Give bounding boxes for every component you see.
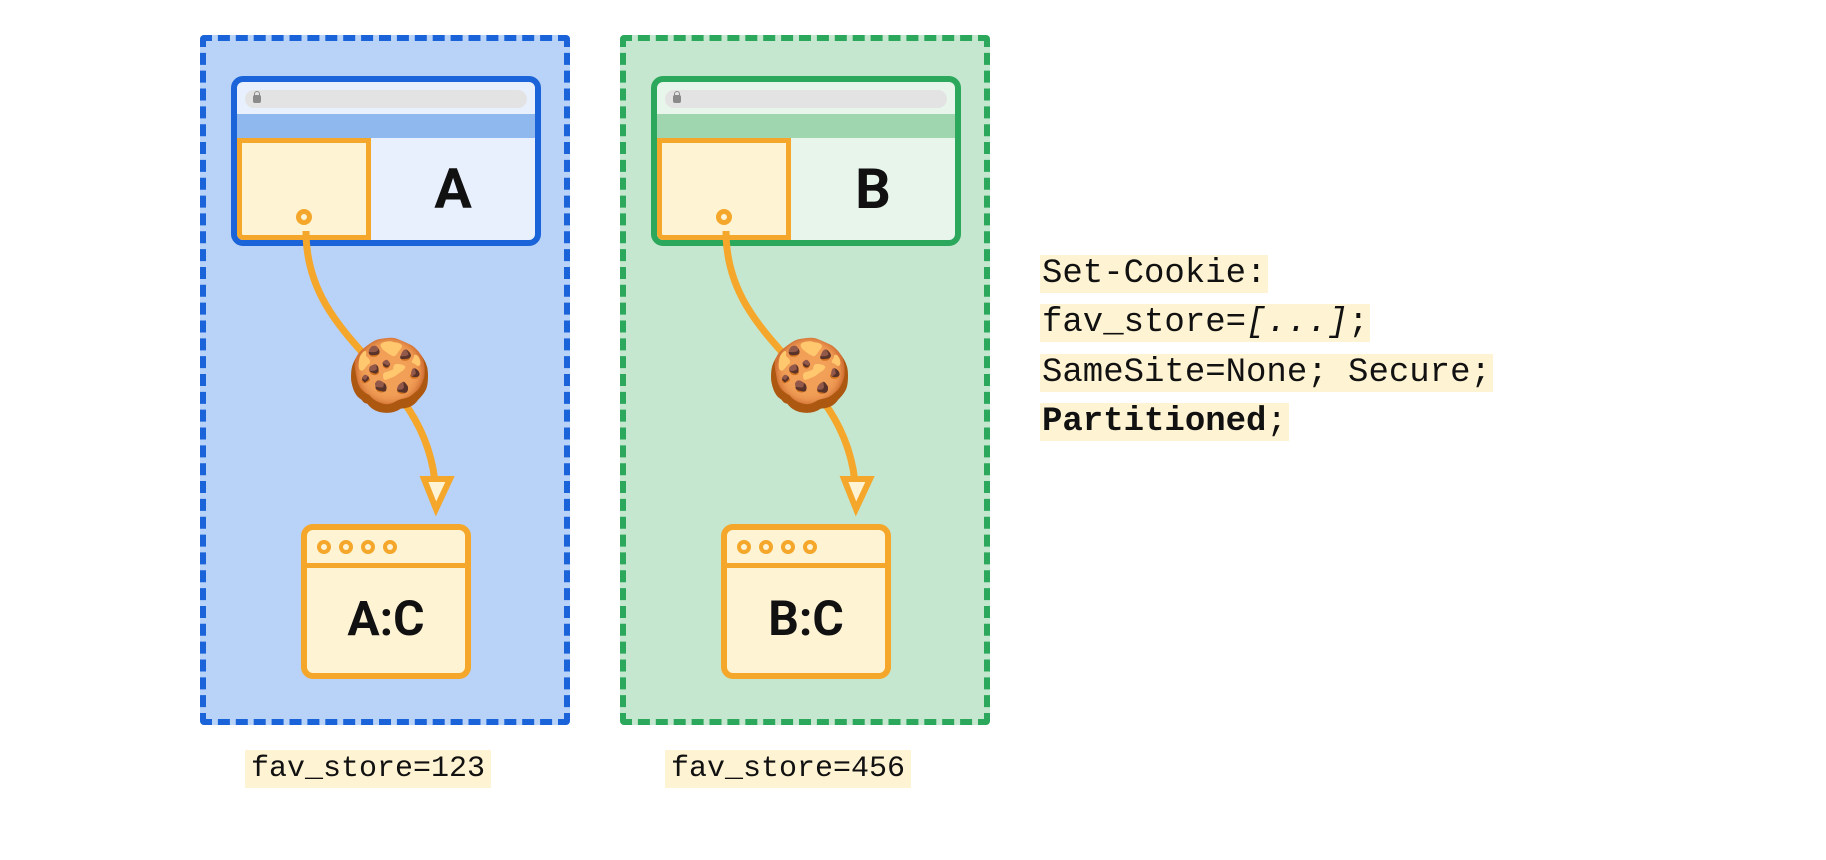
target-label-b: B:C [727, 568, 885, 668]
target-titlebar [307, 530, 465, 568]
window-dot-icon [317, 540, 331, 554]
site-label-b: B [791, 138, 955, 240]
browser-content: B [657, 138, 955, 240]
browser-content: A [237, 138, 535, 240]
address-bar [665, 90, 947, 108]
window-dot-icon [759, 540, 773, 554]
nav-strip [657, 114, 955, 138]
code-line-3: SameSite=None; Secure; [1040, 354, 1493, 392]
iframe-embed [237, 138, 371, 240]
code-line-4: Partitioned; [1040, 403, 1289, 441]
diagram-canvas: A 🍪 A:C [20, 20, 1826, 840]
target-titlebar [727, 530, 885, 568]
partition-target-a: A:C [301, 524, 471, 679]
window-dot-icon [737, 540, 751, 554]
window-dot-icon [803, 540, 817, 554]
site-label-a: A [371, 138, 535, 240]
anchor-dot-icon [296, 209, 312, 225]
cookie-icon: 🍪 [766, 341, 853, 411]
code-line-2: fav_store=[...]; [1040, 304, 1370, 342]
iframe-embed [657, 138, 791, 240]
lock-icon [253, 95, 261, 103]
set-cookie-header-code: Set-Cookie: fav_store=[...]; SameSite=No… [1040, 250, 1493, 447]
anchor-dot-icon [716, 209, 732, 225]
partition-b: B 🍪 B:C [620, 35, 990, 725]
partition-a: A 🍪 A:C [200, 35, 570, 725]
address-bar [245, 90, 527, 108]
code-line-1: Set-Cookie: [1040, 255, 1268, 293]
window-dot-icon [361, 540, 375, 554]
window-dot-icon [781, 540, 795, 554]
lock-icon [673, 95, 681, 103]
cookie-value-b: fav_store=456 [665, 750, 911, 788]
cookie-value-a: fav_store=123 [245, 750, 491, 788]
cookie-icon: 🍪 [346, 341, 433, 411]
browser-window-a: A [231, 76, 541, 246]
window-dot-icon [339, 540, 353, 554]
browser-window-b: B [651, 76, 961, 246]
target-label-a: A:C [307, 568, 465, 668]
window-dot-icon [383, 540, 397, 554]
nav-strip [237, 114, 535, 138]
partition-target-b: B:C [721, 524, 891, 679]
